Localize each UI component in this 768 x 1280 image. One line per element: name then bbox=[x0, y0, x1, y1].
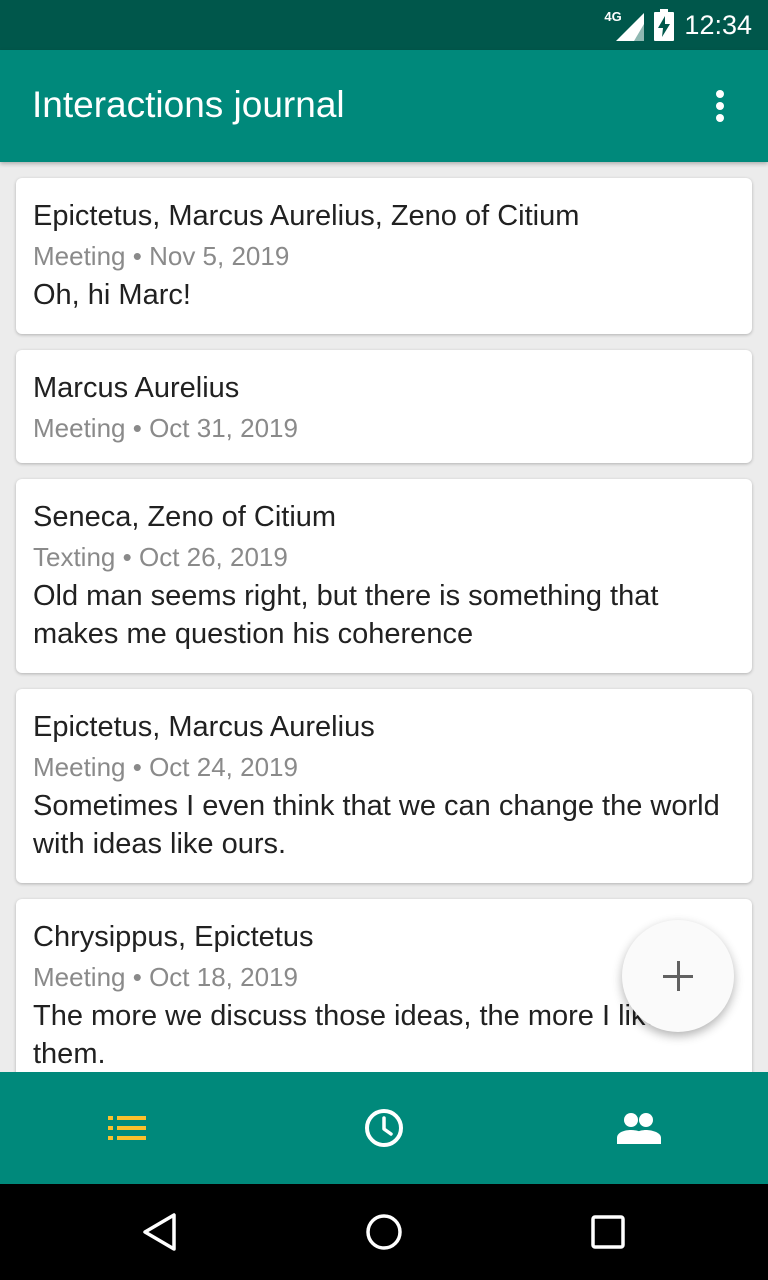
meta-separator: • bbox=[132, 241, 142, 271]
interaction-note: The more we discuss those ideas, the mor… bbox=[33, 1000, 662, 1070]
meta-separator: • bbox=[132, 962, 142, 992]
interaction-date: Oct 24, 2019 bbox=[149, 752, 298, 782]
more-vert-icon[interactable] bbox=[700, 86, 740, 126]
interaction-note: Oh, hi Marc! bbox=[33, 279, 191, 311]
status-time: 12:34 bbox=[684, 9, 752, 40]
people-icon bbox=[617, 1113, 661, 1144]
interaction-note: Old man seems right, but there is someth… bbox=[33, 580, 659, 650]
interaction-meta: Texting • Oct 26, 2019 bbox=[33, 537, 736, 577]
recents-button[interactable] bbox=[558, 1184, 658, 1280]
status-bar: 4G 12:34 bbox=[0, 0, 768, 50]
interaction-date: Oct 26, 2019 bbox=[138, 542, 288, 572]
history-icon bbox=[365, 1109, 403, 1147]
meta-separator: • bbox=[132, 752, 142, 782]
interaction-people: Epictetus, Marcus Aurelius, Zeno of Citi… bbox=[33, 200, 580, 232]
interaction-type: Meeting bbox=[33, 962, 126, 992]
interaction-meta: Meeting • Oct 31, 2019 bbox=[33, 408, 736, 448]
nav-item-history[interactable] bbox=[256, 1072, 512, 1184]
interaction-meta: Meeting • Oct 24, 2019 bbox=[33, 747, 736, 787]
interaction-date: Oct 31, 2019 bbox=[149, 413, 298, 443]
bottom-nav bbox=[0, 1072, 768, 1184]
home-icon bbox=[366, 1214, 402, 1250]
battery-charging-icon bbox=[654, 9, 675, 41]
nav-item-people[interactable] bbox=[512, 1072, 768, 1184]
interaction-card[interactable]: Epictetus, Marcus Aurelius, Zeno of Citi… bbox=[16, 178, 752, 334]
interaction-type: Meeting bbox=[33, 752, 126, 782]
home-button[interactable] bbox=[334, 1184, 434, 1280]
interaction-note: Sometimes I even think that we can chang… bbox=[33, 790, 720, 860]
page-title: Interactions journal bbox=[32, 84, 345, 125]
meta-separator: • bbox=[132, 413, 142, 443]
back-button[interactable] bbox=[110, 1184, 210, 1280]
cell-signal-icon: 4G bbox=[604, 9, 645, 41]
list-icon bbox=[108, 1116, 146, 1140]
status-icons: 4G 12:34 bbox=[604, 0, 752, 50]
interaction-type: Meeting bbox=[33, 241, 126, 271]
interaction-people: Seneca, Zeno of Citium bbox=[33, 501, 337, 533]
meta-separator: • bbox=[122, 542, 132, 572]
nav-item-interactions[interactable] bbox=[0, 1072, 256, 1184]
interaction-type: Texting bbox=[33, 542, 116, 572]
back-icon bbox=[143, 1213, 176, 1251]
interaction-date: Oct 18, 2019 bbox=[149, 962, 298, 992]
interaction-card[interactable]: Marcus Aurelius Meeting • Oct 31, 2019 bbox=[16, 350, 752, 463]
interaction-card[interactable]: Seneca, Zeno of Citium Texting • Oct 26,… bbox=[16, 479, 752, 673]
interaction-type: Meeting bbox=[33, 413, 126, 443]
interaction-people: Epictetus, Marcus Aurelius bbox=[33, 711, 375, 743]
recents-icon bbox=[591, 1215, 625, 1249]
system-nav-bar bbox=[0, 1184, 768, 1280]
add-interaction-button[interactable] bbox=[622, 920, 734, 1032]
interaction-people: Marcus Aurelius bbox=[33, 372, 240, 404]
interaction-date: Nov 5, 2019 bbox=[149, 241, 290, 271]
interaction-card[interactable]: Epictetus, Marcus Aurelius Meeting • Oct… bbox=[16, 689, 752, 883]
interaction-meta: Meeting • Nov 5, 2019 bbox=[33, 236, 736, 276]
app-bar: Interactions journal bbox=[0, 50, 768, 162]
